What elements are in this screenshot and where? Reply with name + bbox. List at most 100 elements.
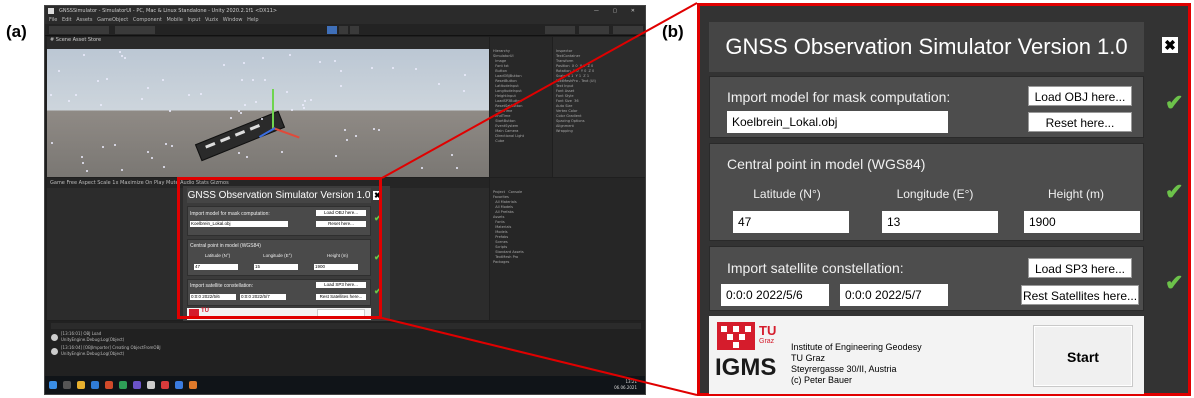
account-dropdown[interactable] bbox=[545, 26, 575, 34]
transform-tools[interactable] bbox=[49, 26, 109, 34]
scene-tab-header[interactable]: # Scene Asset Store bbox=[47, 37, 489, 49]
satellite-point bbox=[252, 79, 254, 81]
app-icon[interactable] bbox=[119, 381, 127, 389]
pause-button[interactable] bbox=[339, 26, 348, 34]
close-icon[interactable]: ✖ bbox=[1162, 37, 1178, 53]
load-obj-button[interactable]: Load OBJ here... bbox=[1028, 86, 1132, 106]
end-time-input[interactable]: 0:0:0 2022/5/7 bbox=[840, 284, 948, 306]
satellite-point bbox=[81, 156, 83, 158]
satellite-point bbox=[421, 167, 423, 169]
app-icon[interactable] bbox=[105, 381, 113, 389]
unity-toolbar bbox=[45, 24, 645, 36]
unity-taskbar-icon[interactable] bbox=[147, 381, 155, 389]
hierarchy-panel[interactable]: Hierarchy SimulatorUI Image Font txt But… bbox=[490, 37, 552, 177]
satellite-point bbox=[373, 128, 375, 130]
satellite-point bbox=[163, 166, 165, 168]
satellite-point bbox=[100, 104, 102, 106]
satellite-point bbox=[392, 67, 394, 69]
satellite-point bbox=[303, 107, 305, 109]
satellite-point bbox=[200, 93, 202, 95]
satellite-point bbox=[291, 109, 293, 111]
satellite-point bbox=[346, 139, 348, 141]
satellite-point bbox=[241, 79, 243, 81]
satellite-point bbox=[147, 87, 149, 89]
footer: TU Graz IGMS Institute of Engineering Ge… bbox=[709, 316, 1144, 394]
satellite-point bbox=[238, 152, 240, 154]
windows-taskbar: 13:21 06.06.2021 bbox=[45, 376, 645, 394]
info-icon bbox=[51, 347, 58, 355]
window-controls[interactable]: — ▢ ✕ bbox=[594, 6, 641, 16]
height-input[interactable]: 1900 bbox=[1024, 211, 1140, 233]
constellation-title: Import satellite constellation: bbox=[727, 260, 904, 276]
start-button[interactable]: Start bbox=[1033, 325, 1133, 387]
import-model-title: Import model for mask computation: bbox=[727, 89, 951, 105]
satellite-point bbox=[50, 94, 52, 96]
check-icon: ✔ bbox=[1165, 270, 1184, 295]
layers-dropdown[interactable] bbox=[579, 26, 609, 34]
layout-dropdown[interactable] bbox=[613, 26, 643, 34]
app-icon[interactable] bbox=[133, 381, 141, 389]
play-button[interactable] bbox=[327, 26, 337, 34]
satellite-point bbox=[223, 64, 225, 66]
gizmo-x-axis[interactable] bbox=[272, 127, 300, 139]
start-time-input[interactable]: 0:0:0 2022/5/6 bbox=[721, 284, 829, 306]
inspector-panel[interactable]: Inspector TextContainer Transform Positi… bbox=[553, 37, 645, 177]
satellite-point bbox=[310, 99, 312, 101]
satellite-point bbox=[51, 142, 53, 144]
satellite-point bbox=[121, 55, 123, 57]
satellite-point bbox=[86, 170, 88, 172]
logo-tu-text: TU bbox=[759, 323, 777, 338]
satellite-point bbox=[83, 54, 85, 56]
satellite-point bbox=[464, 74, 466, 76]
satellite-point bbox=[319, 61, 321, 63]
highlight-box bbox=[177, 177, 382, 319]
folder-icon[interactable] bbox=[77, 381, 85, 389]
longitude-input[interactable]: 13 bbox=[882, 211, 998, 233]
satellite-point bbox=[58, 70, 60, 72]
satellite-point bbox=[162, 79, 164, 81]
scene-view[interactable]: # Scene Asset Store bbox=[47, 37, 489, 177]
satellite-point bbox=[463, 90, 465, 92]
latitude-label: Latitude (N°) bbox=[753, 187, 821, 201]
step-button[interactable] bbox=[350, 26, 359, 34]
search-icon[interactable] bbox=[63, 381, 71, 389]
check-icon: ✔ bbox=[1165, 90, 1184, 115]
igms-logo: TU Graz IGMS bbox=[715, 322, 783, 388]
app-icon[interactable] bbox=[161, 381, 169, 389]
obj-file-field[interactable]: Koelbrein_Lokal.obj bbox=[727, 111, 948, 133]
console-entry[interactable]: [13:16:04] [OBJImporter] Creating Object… bbox=[51, 345, 641, 357]
app-icon[interactable] bbox=[175, 381, 183, 389]
satellite-point bbox=[97, 80, 99, 82]
console-toolbar[interactable] bbox=[51, 323, 641, 329]
start-menu-icon[interactable] bbox=[49, 381, 57, 389]
reset-model-button[interactable]: Reset here... bbox=[1028, 112, 1132, 132]
latitude-input[interactable]: 47 bbox=[733, 211, 849, 233]
institute-line: (c) Peter Bauer bbox=[791, 375, 853, 385]
satellite-point bbox=[243, 62, 245, 64]
institute-line: TU Graz bbox=[791, 353, 826, 363]
console-panel[interactable]: [13:16:01] OBJ Load UnityEngine.Debug:Lo… bbox=[47, 321, 645, 376]
reset-satellites-button[interactable]: Rest Satellites here... bbox=[1021, 285, 1139, 305]
load-sp3-button[interactable]: Load SP3 here... bbox=[1028, 258, 1132, 278]
unity-title-bar: GNSSSimulator - SimulatorUI - PC, Mac & … bbox=[45, 6, 645, 16]
satellite-point bbox=[82, 162, 84, 164]
console-entry-text: [13:16:01] OBJ Load UnityEngine.Debug:Lo… bbox=[61, 331, 125, 342]
satellite-point bbox=[171, 145, 173, 147]
console-entry[interactable]: [13:16:01] OBJ Load UnityEngine.Debug:Lo… bbox=[51, 331, 641, 343]
unity-logo-icon bbox=[48, 8, 54, 14]
pivot-toggle[interactable] bbox=[115, 26, 155, 34]
satellite-point bbox=[106, 78, 108, 80]
satellite-point bbox=[165, 143, 167, 145]
unity-menu-bar[interactable]: File Edit Assets GameObject Component Mo… bbox=[45, 16, 645, 24]
satellite-point bbox=[262, 57, 264, 59]
app-icon[interactable] bbox=[189, 381, 197, 389]
section-central-point: Central point in model (WGS84) Latitude … bbox=[709, 143, 1144, 241]
satellite-point bbox=[261, 118, 263, 120]
gizmo-y-axis[interactable] bbox=[272, 89, 274, 129]
satellite-point bbox=[255, 101, 257, 103]
panel-label-b: (b) bbox=[662, 22, 684, 41]
satellite-point bbox=[344, 129, 346, 131]
satellite-point bbox=[340, 85, 342, 87]
project-panel[interactable]: Project Console Favorites All Materials … bbox=[490, 178, 645, 320]
browser-icon[interactable] bbox=[91, 381, 99, 389]
